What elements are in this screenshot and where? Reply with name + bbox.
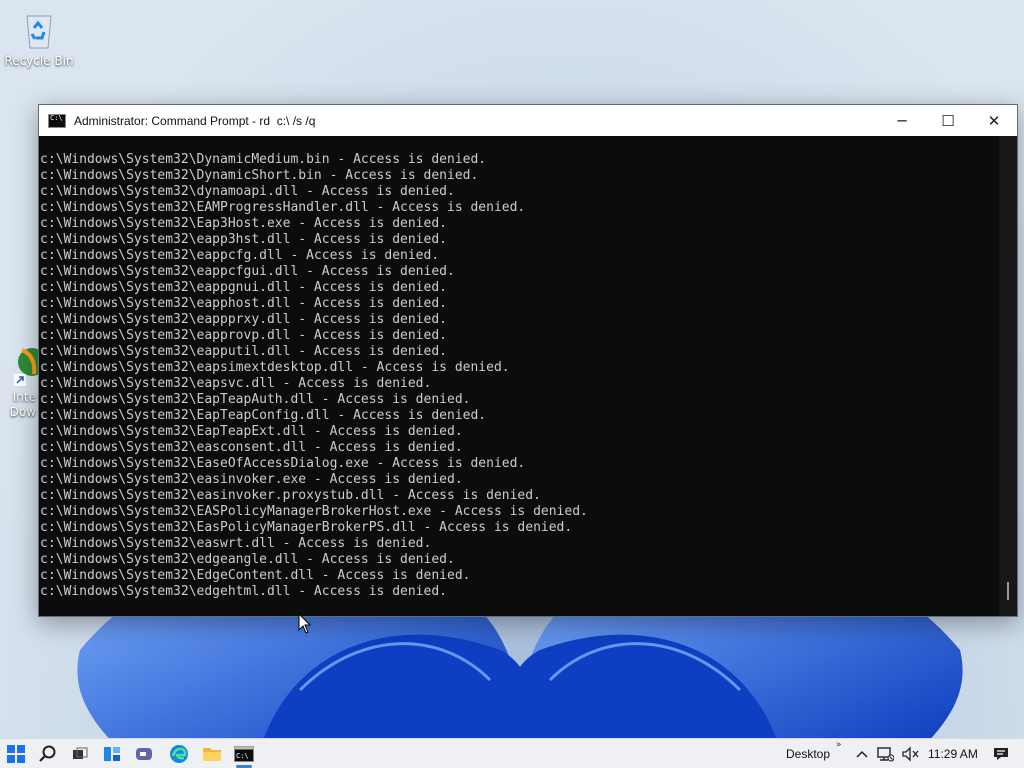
console-line: c:\Windows\System32\EASPolicyManagerBrok…	[40, 504, 588, 519]
widgets-button[interactable]	[101, 743, 123, 765]
console-line: c:\Windows\System32\eappgnui.dll - Acces…	[40, 280, 447, 295]
console-line: c:\Windows\System32\dynamoapi.dll - Acce…	[40, 184, 455, 199]
svg-text:C:\: C:\	[236, 752, 249, 760]
chat-button[interactable]	[133, 743, 155, 765]
file-explorer-icon	[203, 748, 221, 761]
task-view-button[interactable]	[69, 743, 91, 765]
window-titlebar[interactable]: Administrator: Command Prompt - rd c:\ /…	[39, 105, 1017, 136]
console-line: c:\Windows\System32\eappcfg.dll - Access…	[40, 248, 440, 263]
recycle-bin-icon	[19, 10, 59, 50]
download-manager-icon	[14, 331, 46, 386]
network-icon	[877, 747, 894, 762]
scrollbar-thumb[interactable]	[1007, 582, 1009, 600]
console-line: c:\Windows\System32\edgehtml.dll - Acces…	[40, 584, 447, 599]
console-line: c:\Windows\System32\easconsent.dll - Acc…	[40, 440, 463, 455]
desktop: Recycle Bin Inte Dow Administrator: Comm…	[0, 0, 1024, 768]
console-line: c:\Windows\System32\EasPolicyManagerBrok…	[40, 520, 573, 535]
network-button[interactable]	[874, 743, 896, 765]
widgets-icon	[104, 747, 120, 761]
console-line: c:\Windows\System32\Eap3Host.exe - Acces…	[40, 216, 447, 231]
console-line: c:\Windows\System32\edgeangle.dll - Acce…	[40, 552, 455, 567]
command-prompt-icon: C:\	[234, 746, 254, 762]
minimize-button[interactable]: ─	[879, 105, 925, 136]
notification-icon	[994, 748, 1008, 760]
console-line: c:\Windows\System32\eapprovp.dll - Acces…	[40, 328, 447, 343]
console-line: c:\Windows\System32\eapphost.dll - Acces…	[40, 296, 447, 311]
windows-start-icon	[7, 745, 25, 763]
console-line: c:\Windows\System32\EAMProgressHandler.d…	[40, 200, 526, 215]
close-button[interactable]: ✕	[971, 105, 1017, 136]
maximize-button[interactable]: ☐	[925, 105, 971, 136]
console-line: c:\Windows\System32\easinvoker.exe - Acc…	[40, 472, 463, 487]
console-line: c:\Windows\System32\eapputil.dll - Acces…	[40, 344, 447, 359]
mouse-pointer-icon	[298, 613, 312, 634]
console-line: c:\Windows\System32\EapTeapAuth.dll - Ac…	[40, 392, 471, 407]
taskbar: C:\ Desktop » 11:29 AM	[0, 738, 1024, 768]
console-line: c:\Windows\System32\easwrt.dll - Access …	[40, 536, 432, 551]
desktop-icon-label: Recycle Bin	[4, 54, 74, 68]
console-line: c:\Windows\System32\DynamicMedium.bin - …	[40, 152, 487, 167]
console-line: c:\Windows\System32\eapp3hst.dll - Acces…	[40, 232, 447, 247]
console-line: c:\Windows\System32\eappcfgui.dll - Acce…	[40, 264, 455, 279]
desktop-toolbar-label[interactable]: Desktop	[786, 747, 830, 761]
console-lines: c:\Windows\System32\DynamicMedium.bin - …	[40, 152, 588, 600]
volume-muted-icon	[902, 746, 919, 762]
chat-icon	[136, 748, 152, 760]
edge-button[interactable]	[168, 743, 190, 765]
console-line: c:\Windows\System32\EapTeapConfig.dll - …	[40, 408, 487, 423]
volume-button[interactable]	[899, 743, 921, 765]
console-line: c:\Windows\System32\eapsimextdesktop.dll…	[40, 360, 510, 375]
taskbar-clock[interactable]: 11:29 AM	[928, 747, 978, 761]
console-line: c:\Windows\System32\easinvoker.proxystub…	[40, 488, 541, 503]
close-icon: ✕	[987, 111, 1001, 130]
command-prompt-window[interactable]: Administrator: Command Prompt - rd c:\ /…	[38, 104, 1018, 617]
search-icon	[39, 745, 56, 762]
console-line: c:\Windows\System32\EdgeContent.dll - Ac…	[40, 568, 471, 583]
console-line: c:\Windows\System32\eapsvc.dll - Access …	[40, 376, 432, 391]
command-prompt-icon	[48, 113, 66, 128]
minimize-icon: ─	[897, 111, 907, 130]
maximize-icon: ☐	[941, 111, 955, 130]
show-hidden-icons-button[interactable]	[851, 743, 873, 765]
console-line: c:\Windows\System32\EapTeapExt.dll - Acc…	[40, 424, 463, 439]
start-button[interactable]	[5, 743, 27, 765]
notifications-button[interactable]	[990, 743, 1012, 765]
search-button[interactable]	[37, 743, 59, 765]
task-view-icon	[73, 747, 88, 759]
console-line: c:\Windows\System32\eappprxy.dll - Acces…	[40, 312, 447, 327]
desktop-icon-recycle-bin[interactable]: Recycle Bin	[2, 10, 76, 68]
chevron-up-icon	[856, 750, 868, 758]
console-line: c:\Windows\System32\DynamicShort.bin - A…	[40, 168, 479, 183]
console-line: c:\Windows\System32\EaseOfAccessDialog.e…	[40, 456, 526, 471]
edge-icon	[170, 745, 188, 763]
file-explorer-button[interactable]	[201, 743, 223, 765]
toolbar-more-chevron-icon[interactable]: »	[836, 740, 842, 750]
vertical-scrollbar[interactable]	[999, 136, 1017, 616]
window-title: Administrator: Command Prompt - rd c:\ /…	[74, 113, 316, 128]
console-output[interactable]: c:\Windows\System32\DynamicMedium.bin - …	[39, 136, 999, 616]
command-prompt-taskbar-button[interactable]: C:\	[233, 743, 255, 765]
